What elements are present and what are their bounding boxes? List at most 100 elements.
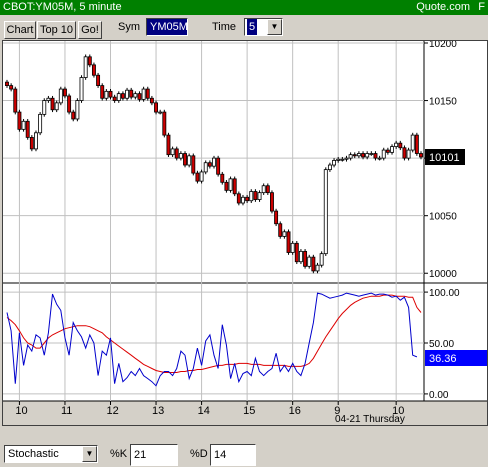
candle-body: [108, 90, 113, 98]
candle-body: [195, 172, 200, 182]
candle-body: [336, 158, 341, 161]
candle-body: [100, 85, 105, 99]
menu-letter[interactable]: F: [478, 1, 485, 13]
candle-body: [377, 157, 382, 160]
candle-body: [91, 64, 96, 76]
candle-body: [112, 96, 117, 101]
chevron-down-icon[interactable]: ▼: [82, 446, 97, 462]
candle-body: [5, 81, 9, 86]
candle-body: [253, 191, 258, 200]
candle-body: [203, 162, 208, 173]
candle-body: [307, 256, 312, 267]
chevron-down-icon[interactable]: ▼: [267, 19, 282, 35]
candle-body: [42, 100, 47, 115]
candle-body: [199, 171, 204, 182]
x-tick-label: 16: [289, 405, 301, 417]
d-input[interactable]: 14: [210, 444, 256, 466]
candle-body: [158, 111, 163, 114]
candle-body: [125, 89, 130, 99]
candle-body: [191, 155, 196, 174]
candle-body: [348, 154, 353, 159]
candle-body: [170, 148, 175, 156]
candle-body: [294, 242, 299, 263]
k-input[interactable]: 21: [130, 444, 178, 466]
candle-body: [50, 97, 55, 111]
candle-body: [232, 178, 237, 195]
candle-body: [141, 88, 146, 100]
candle-body: [104, 90, 109, 99]
d-label: %D: [190, 448, 208, 460]
candle-body: [356, 153, 361, 157]
candle-body: [58, 88, 63, 104]
candle-body: [261, 185, 266, 194]
candle-body: [145, 88, 150, 99]
candle-body: [344, 157, 349, 160]
x-tick-label: 10: [15, 405, 27, 417]
candle-body: [298, 250, 303, 263]
indicator-bar: Stochastic ▼ %K 21 %D 14: [0, 440, 488, 467]
candle-body: [286, 231, 291, 253]
window-title: CBOT:YM05M, 5 minute: [3, 1, 122, 13]
x-tick-label: 14: [198, 405, 210, 417]
candle-body: [154, 102, 158, 113]
candle-body: [187, 155, 192, 166]
indicator-value: Stochastic: [8, 448, 59, 460]
candle-body: [311, 256, 316, 272]
candle-body: [236, 193, 241, 204]
candle-body: [25, 120, 30, 138]
time-label: Time: [212, 21, 237, 33]
candle-body: [319, 253, 324, 266]
go-button[interactable]: Go!: [78, 21, 102, 39]
candle-body: [385, 149, 390, 153]
candle-body: [278, 223, 283, 237]
chart-area: 1020010150101001005010000100.0050.000.00…: [2, 40, 488, 426]
candle-body: [120, 93, 125, 99]
candle-body: [419, 153, 423, 158]
time-select[interactable]: 5 ▼: [244, 18, 283, 36]
x-tick-label: 13: [152, 405, 164, 417]
top10-button[interactable]: Top 10: [37, 21, 76, 39]
candle-body: [394, 142, 399, 148]
candle-body: [270, 192, 274, 212]
candle-body: [402, 147, 407, 159]
indicator-select[interactable]: Stochastic ▼: [4, 445, 98, 463]
candle-body: [265, 185, 270, 194]
candle-body: [29, 137, 34, 150]
candle-body: [212, 157, 216, 167]
candle-body: [54, 102, 59, 111]
candle-body: [166, 134, 171, 156]
sym-label: Sym: [118, 21, 140, 33]
candle-body: [38, 113, 43, 134]
candle-body: [340, 158, 345, 161]
candle-body: [96, 74, 101, 86]
symbol-input[interactable]: YM05M: [146, 18, 188, 36]
candle-body: [323, 169, 328, 255]
candle-body: [414, 134, 419, 154]
price-chart: 1020010150101001005010000100.0050.000.00…: [3, 41, 487, 425]
chart-button[interactable]: Chart: [4, 21, 36, 39]
time-value: 5: [247, 19, 258, 35]
title-bar: CBOT:YM05M, 5 minute Quote.com F: [0, 0, 488, 15]
candle-body: [406, 149, 411, 159]
candle-body: [369, 153, 374, 155]
price-tick-label: 10200: [429, 41, 457, 50]
candle-body: [116, 93, 121, 101]
candle-body: [352, 154, 357, 157]
candle-body: [17, 111, 22, 130]
candle-body: [216, 157, 221, 175]
candle-body: [34, 132, 38, 150]
candle-body: [79, 77, 84, 101]
candle-body: [398, 142, 403, 149]
candle-body: [162, 111, 167, 136]
candle-body: [361, 153, 365, 158]
candle-body: [390, 146, 394, 153]
candle-body: [71, 111, 76, 120]
candle-body: [327, 164, 332, 171]
x-tick-label: 12: [107, 405, 119, 417]
k-label: %K: [110, 448, 128, 460]
candle-body: [332, 160, 337, 166]
x-tick-label: 15: [243, 405, 255, 417]
candle-body: [83, 56, 88, 78]
candle-body: [282, 231, 287, 237]
price-tick-label: 10000: [429, 269, 457, 280]
